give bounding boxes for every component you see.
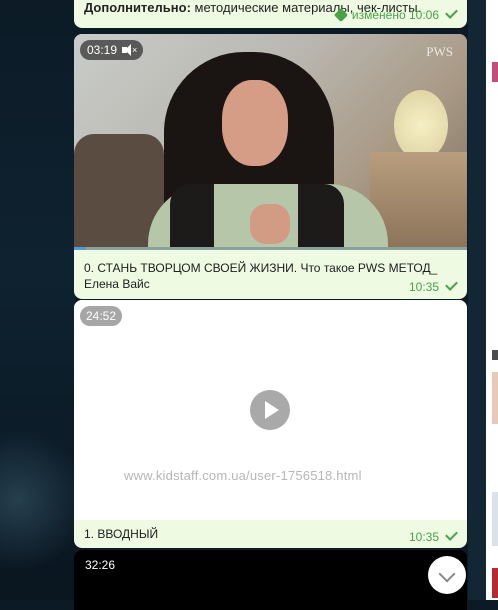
chat-background-left bbox=[0, 0, 90, 600]
video-duration-badge: 32:26 bbox=[85, 558, 116, 572]
video-duration-badge[interactable]: 03:19 × bbox=[80, 40, 144, 60]
video-message[interactable]: 32:26 bbox=[74, 550, 467, 610]
side-thumbnail[interactable] bbox=[492, 372, 498, 424]
side-thumbnail[interactable] bbox=[492, 62, 498, 82]
check-icon bbox=[445, 6, 458, 19]
message-time: 10:35 bbox=[408, 278, 458, 294]
pin-icon bbox=[333, 7, 348, 23]
message-bubble[interactable]: Дополнительно: методические материалы, ч… bbox=[74, 0, 467, 28]
message-time: 10:35 bbox=[408, 528, 458, 544]
message-text-bold: Дополнительно: bbox=[84, 0, 191, 15]
check-icon bbox=[445, 528, 458, 541]
edited-status: изменено 10:06 bbox=[351, 8, 439, 22]
video-watermark-url: www.kidstaff.com.ua/user-1756518.html bbox=[124, 468, 362, 483]
video-watermark: PWS bbox=[426, 44, 453, 59]
video-duration: 03:19 bbox=[87, 43, 118, 57]
video-caption: 0. СТАНЬ ТВОРЦОМ СВОЕЙ ЖИЗНИ. Что такое … bbox=[84, 261, 438, 291]
side-thumbnail[interactable] bbox=[492, 568, 498, 598]
side-thumbnail[interactable] bbox=[492, 350, 498, 360]
video-progress-fill bbox=[74, 247, 86, 250]
play-icon[interactable] bbox=[250, 390, 290, 430]
video-scene bbox=[250, 204, 290, 244]
video-duration-badge: 24:52 bbox=[80, 306, 123, 326]
video-thumbnail[interactable]: 24:52 www.kidstaff.com.ua/user-1756518.h… bbox=[74, 300, 467, 520]
video-scene bbox=[394, 90, 448, 160]
mute-icon[interactable]: × bbox=[122, 44, 137, 56]
scroll-down-button[interactable] bbox=[428, 556, 466, 594]
video-scene bbox=[222, 80, 288, 166]
video-thumbnail[interactable]: 03:19 × PWS bbox=[74, 34, 467, 250]
video-scene bbox=[298, 184, 344, 250]
message-time-text: 10:35 bbox=[408, 280, 439, 294]
side-thumbnail[interactable] bbox=[492, 492, 498, 546]
video-progress-bar[interactable] bbox=[74, 247, 467, 250]
video-message[interactable]: 24:52 www.kidstaff.com.ua/user-1756518.h… bbox=[74, 300, 467, 548]
message-meta: изменено 10:06 bbox=[333, 6, 458, 23]
message-time-text: 10:35 bbox=[408, 530, 439, 544]
check-icon bbox=[445, 278, 458, 291]
video-message[interactable]: 03:19 × PWS 0. СТАНЬ ТВОРЦОМ СВОЕЙ ЖИЗНИ… bbox=[74, 34, 467, 299]
video-caption: 1. ВВОДНЫЙ bbox=[84, 527, 159, 541]
video-scene bbox=[170, 184, 214, 250]
